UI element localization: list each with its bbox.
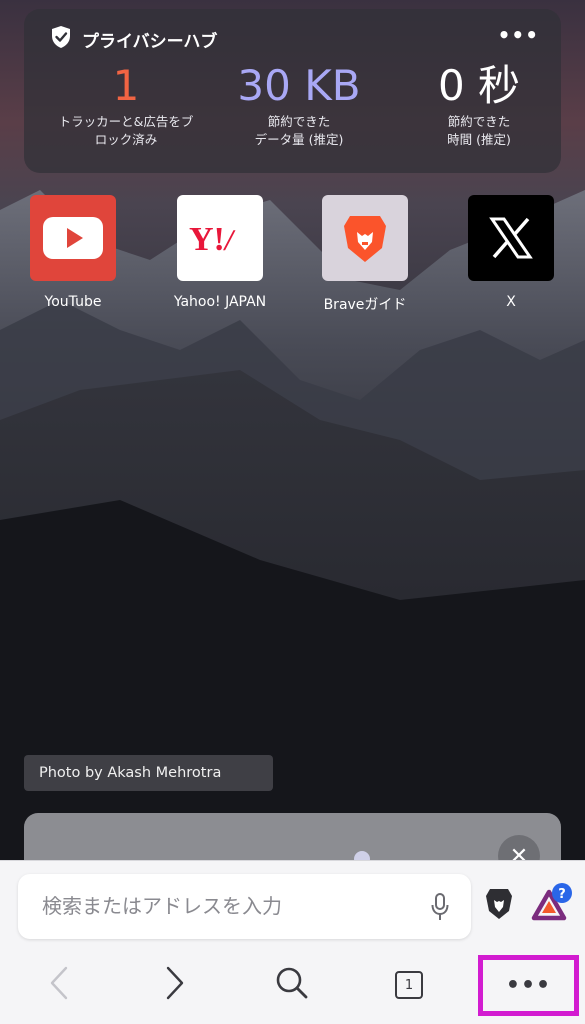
- x-logo-icon: [468, 195, 554, 281]
- favorite-label: X: [506, 294, 516, 310]
- microphone-icon[interactable]: [431, 893, 449, 925]
- photo-credit-badge[interactable]: Photo by Akash Mehrotra: [24, 755, 273, 791]
- favorite-youtube[interactable]: YouTube: [18, 195, 128, 310]
- more-dots-icon[interactable]: •••: [498, 23, 539, 47]
- forward-button[interactable]: [150, 962, 200, 1008]
- brave-rewards-icon[interactable]: ?: [530, 882, 572, 926]
- trackers-blocked-value: 1: [112, 61, 140, 110]
- favorite-label: Braveガイド: [323, 297, 407, 313]
- time-saved-label-line2: 時間 (推定): [447, 132, 511, 147]
- data-saved-value: 30 KB: [237, 61, 361, 110]
- svg-text:Y!: Y!: [189, 221, 225, 258]
- search-icon: [275, 966, 309, 1004]
- chevron-right-icon: [165, 966, 185, 1004]
- data-saved-label-line2: データ量 (推定): [254, 132, 344, 147]
- tabs-button[interactable]: 1: [384, 962, 434, 1008]
- favorite-label: Yahoo! JAPAN: [173, 294, 267, 310]
- time-saved-value: 0 秒: [437, 61, 521, 110]
- favorite-label: YouTube: [44, 294, 102, 310]
- tab-count-badge: 1: [395, 971, 423, 999]
- address-bar[interactable]: 検索またはアドレスを入力: [18, 874, 471, 939]
- privacy-hub-title: プライバシーハブ: [82, 31, 218, 52]
- brave-shields-icon[interactable]: [485, 887, 513, 925]
- svg-text:?: ?: [558, 887, 566, 902]
- time-saved-stat: 0 秒 節約できた 時間 (推定): [399, 61, 559, 149]
- data-saved-label-line1: 節約できた: [267, 114, 331, 129]
- more-dots-icon: •••: [505, 973, 552, 998]
- favorite-yahoo-japan[interactable]: Y! / Yahoo! JAPAN: [165, 195, 275, 310]
- back-button[interactable]: [34, 962, 84, 1008]
- trackers-blocked-label-line1: トラッカーと&広告をブ: [58, 114, 194, 129]
- privacy-hub-card[interactable]: プライバシーハブ ••• 1 トラッカーと&広告をブ ロック済み 30 KB 節…: [24, 9, 561, 173]
- yahoo-japan-icon: Y! /: [177, 195, 263, 281]
- menu-button[interactable]: •••: [478, 955, 579, 1016]
- trackers-blocked-stat: 1 トラッカーと&広告をブ ロック済み: [46, 61, 206, 149]
- favorite-x[interactable]: X: [456, 195, 566, 310]
- time-saved-label-line1: 節約できた: [447, 114, 511, 129]
- trackers-blocked-label-line2: ロック済み: [94, 132, 158, 147]
- youtube-icon: [30, 195, 116, 281]
- search-button[interactable]: [267, 962, 317, 1008]
- address-bar-placeholder[interactable]: 検索またはアドレスを入力: [42, 874, 282, 939]
- brave-lion-icon: [322, 195, 408, 281]
- data-saved-stat: 30 KB 節約できた データ量 (推定): [219, 61, 379, 149]
- chevron-left-icon: [49, 966, 69, 1004]
- privacy-hub-header: プライバシーハブ: [50, 25, 217, 53]
- favorite-brave-guide[interactable]: Braveガイド: [310, 195, 420, 314]
- shield-check-icon: [50, 25, 72, 53]
